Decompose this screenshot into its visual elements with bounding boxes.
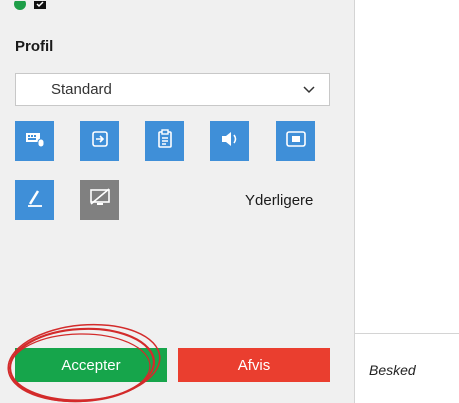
accept-button[interactable]: Accepter [15,348,167,382]
camera-button[interactable] [276,121,315,161]
screen-off-button[interactable] [80,180,119,220]
keyboard-mouse-button[interactable] [15,121,54,161]
pen-icon [26,189,44,212]
more-options-link[interactable]: Yderligere [245,192,313,209]
screen-check-icon [34,0,46,12]
message-label: Besked [369,362,416,378]
speaker-button[interactable] [210,121,249,161]
enter-icon [91,130,109,153]
status-icons [14,0,46,12]
chevron-down-icon [299,85,319,94]
pen-button[interactable] [15,180,54,220]
enter-button[interactable] [80,121,119,161]
speaker-icon [220,130,240,153]
clipboard-button[interactable] [145,121,184,161]
camera-icon [285,130,306,152]
profile-dropdown-value: Standard [51,81,112,98]
profile-dropdown[interactable]: Standard [15,73,330,106]
shield-icon [14,0,26,12]
settings-panel: Profil Standard Yderligere Accepter Afvi… [0,0,355,403]
profile-title: Profil [15,38,54,55]
screen-off-icon [89,187,111,213]
reject-button[interactable]: Afvis [178,348,330,382]
clipboard-icon [156,128,174,154]
message-divider [355,333,459,334]
keyboard-mouse-icon [25,130,45,153]
